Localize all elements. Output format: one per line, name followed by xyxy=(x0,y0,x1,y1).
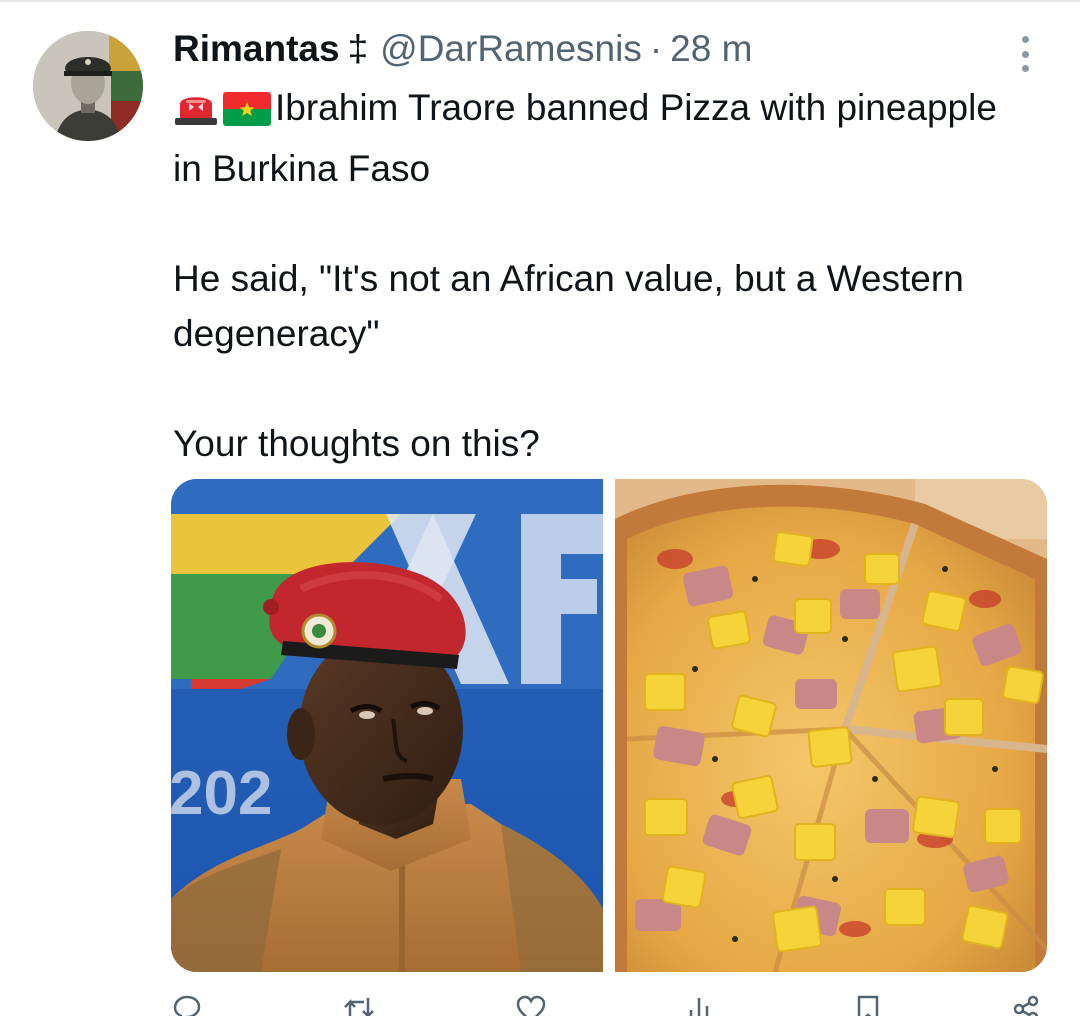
burkina-faso-flag-emoji xyxy=(223,86,271,141)
tweet-text: Ibrahim Traore banned Pizza with pineapp… xyxy=(173,80,1033,471)
retweet-button[interactable] xyxy=(342,994,386,1016)
divider xyxy=(0,0,1080,2)
media-image-1[interactable]: 202 xyxy=(171,479,603,972)
more-dot xyxy=(1021,36,1029,43)
tweet-paragraph-1: Ibrahim Traore banned Pizza with pineapp… xyxy=(173,80,1033,196)
views-icon xyxy=(690,998,709,1016)
separator-dot: · xyxy=(649,28,663,69)
user-handle[interactable]: @DarRamesnis xyxy=(380,26,642,72)
name-symbol: ‡ xyxy=(347,28,369,69)
soldier-portrait-photo: 202 xyxy=(171,479,603,972)
more-options-icon[interactable] xyxy=(1008,34,1042,74)
more-dot xyxy=(1021,65,1029,72)
like-icon xyxy=(516,995,545,1016)
tweet-action-bar xyxy=(171,994,1041,1016)
share-button[interactable] xyxy=(1011,994,1041,1016)
tweet-card[interactable]: Rimantas ‡ @DarRamesnis · 28 m Ibrahim T… xyxy=(0,0,1080,1016)
avatar-portrait-image xyxy=(33,31,143,141)
media-image-2[interactable] xyxy=(615,479,1047,972)
avatar[interactable] xyxy=(33,31,143,141)
tweet-paragraph-1-text: Ibrahim Traore banned Pizza with pineapp… xyxy=(173,87,997,189)
timestamp[interactable]: 28 m xyxy=(670,26,752,72)
views-button[interactable] xyxy=(685,994,725,1016)
like-button[interactable] xyxy=(515,994,557,1016)
rotating-light-emoji xyxy=(173,86,219,141)
share-icon xyxy=(1013,995,1039,1016)
bookmark-button[interactable] xyxy=(854,994,882,1016)
tweet-media-grid: 202 xyxy=(171,479,1047,972)
more-dot xyxy=(1021,50,1029,58)
hawaiian-pizza-photo xyxy=(615,479,1047,972)
reply-icon xyxy=(173,995,201,1016)
svg-text:202: 202 xyxy=(171,759,272,828)
bookmark-icon xyxy=(857,995,879,1016)
tweet-paragraph-3: Your thoughts on this? xyxy=(173,423,540,464)
tweet-paragraph-2: He said, "It's not an African value, but… xyxy=(173,258,964,354)
reply-button[interactable] xyxy=(171,994,213,1016)
display-name[interactable]: Rimantas xyxy=(173,26,340,72)
tweet-header: Rimantas ‡ @DarRamesnis · 28 m xyxy=(173,26,752,72)
retweet-icon xyxy=(343,998,374,1016)
